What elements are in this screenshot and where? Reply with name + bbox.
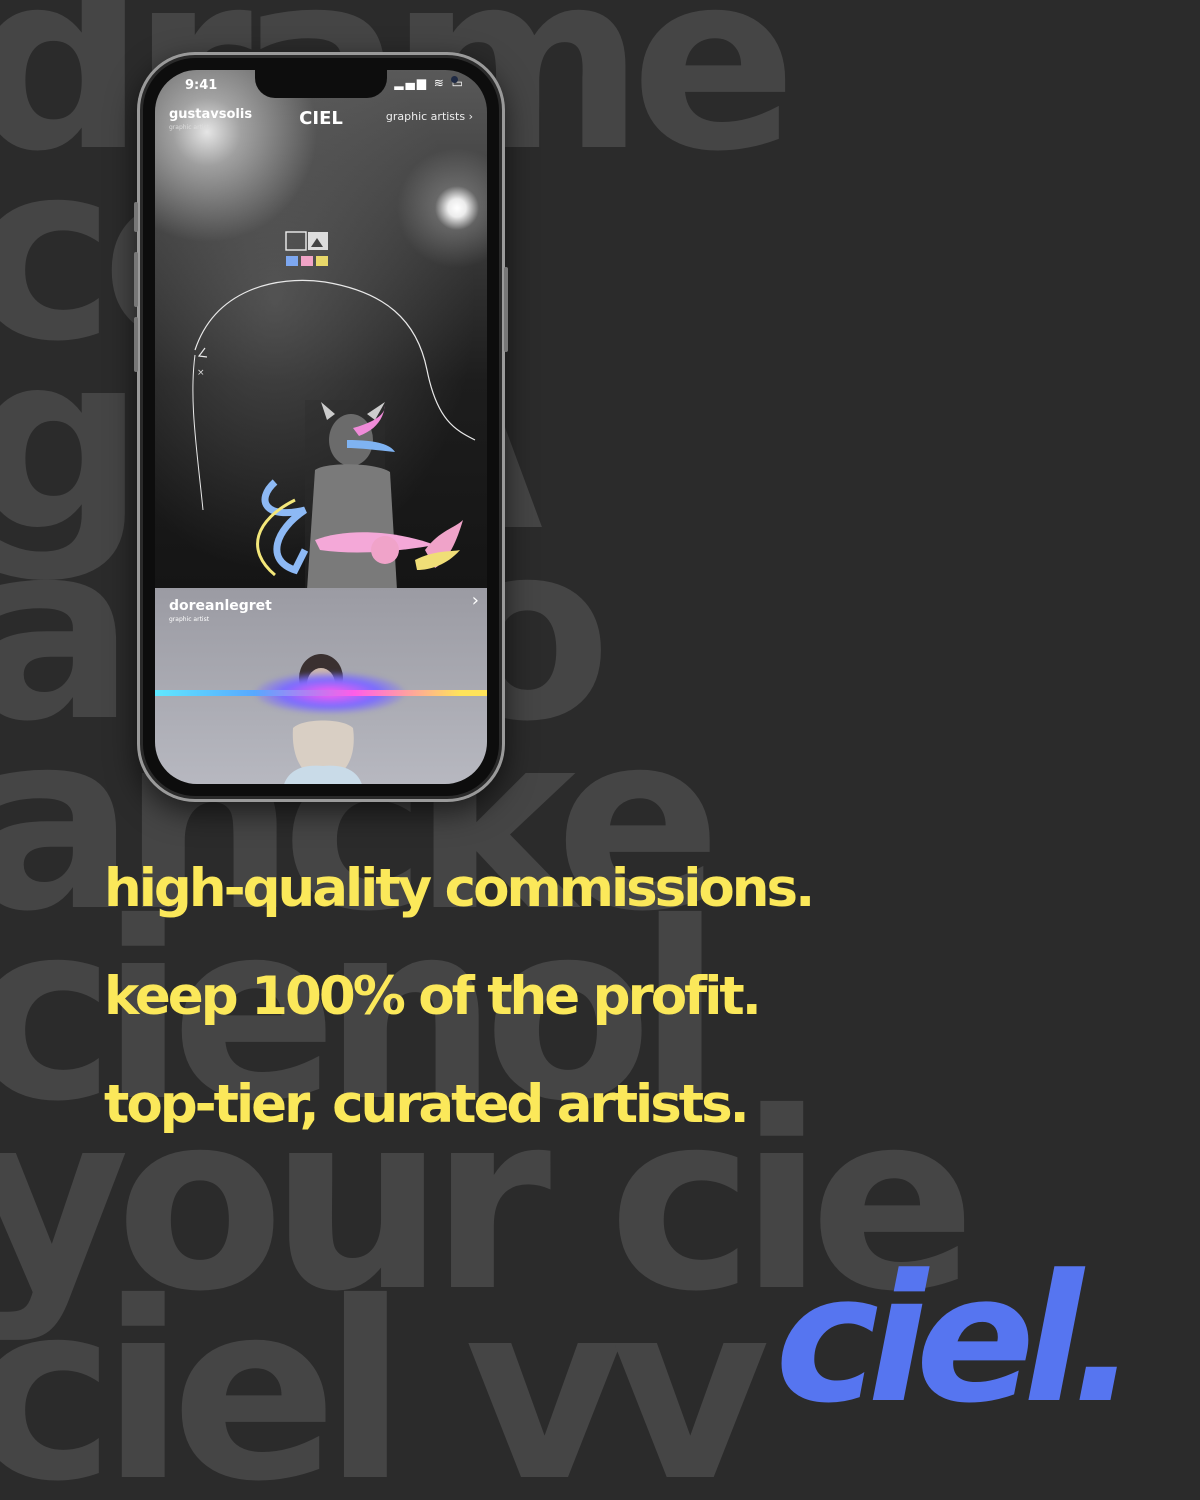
chevron-right-icon: ›: [468, 110, 473, 123]
tagline-line-2: keep 100% of the profit.: [104, 966, 762, 1027]
graphic-artists-link[interactable]: graphic artists ›: [386, 110, 473, 123]
rainbow-line: [155, 690, 487, 696]
camera-icon: [451, 76, 458, 83]
power-button: [504, 267, 508, 352]
graphic-artists-label: graphic artists: [385, 110, 466, 123]
ciel-logo: ciel.: [775, 1237, 1138, 1442]
artist-card-second[interactable]: doreanlegret graphic artist ›: [155, 588, 487, 784]
chevron-right-icon[interactable]: ›: [472, 590, 479, 611]
swatch-yellow: [316, 256, 328, 266]
background-word: ciel vv: [0, 1250, 770, 1500]
palette-icon: [285, 231, 328, 266]
phone-notch: [255, 70, 458, 98]
volume-up-button: [134, 252, 138, 307]
artwork-figure-illustration: [256, 400, 463, 590]
tagline-line-3: top-tier, curated artists.: [104, 1074, 750, 1135]
tagline: high-quality commissions. keep 100% of t…: [104, 858, 815, 1186]
phone-screen: × 9:41 ▂▄▆ ≋ ▭ gustavsolis graphic artis…: [155, 70, 487, 784]
artist-role-second: graphic artist: [169, 616, 210, 623]
phone-mockup: × 9:41 ▂▄▆ ≋ ▭ gustavsolis graphic artis…: [134, 52, 508, 802]
artwork-portrait-illustration: [284, 654, 362, 784]
swatch-blue: [286, 256, 298, 266]
swatch-pink: [301, 256, 313, 266]
tagline-line-1: high-quality commissions.: [104, 858, 815, 919]
svg-text:×: ×: [197, 368, 205, 378]
artist-username-second[interactable]: doreanlegret: [169, 598, 272, 614]
mute-switch: [134, 202, 138, 232]
status-time: 9:41: [185, 78, 218, 93]
artist-hero-card[interactable]: × 9:41 ▂▄▆ ≋ ▭ gustavsolis graphic artis…: [155, 70, 487, 590]
volume-down-button: [134, 317, 138, 372]
